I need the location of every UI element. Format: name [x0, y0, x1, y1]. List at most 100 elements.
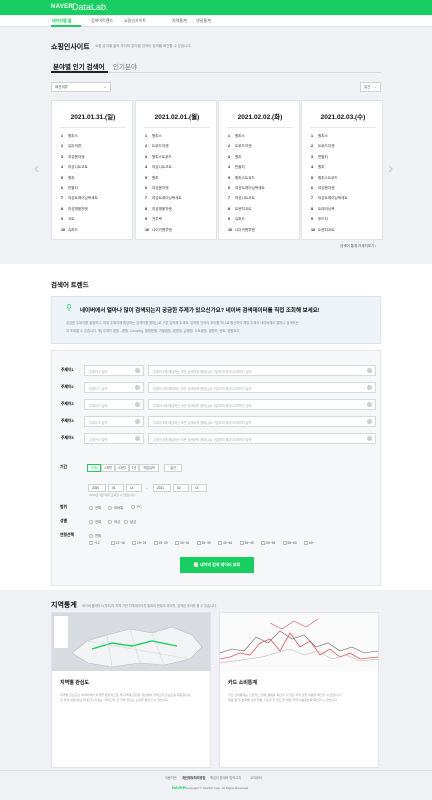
- keyword-item[interactable]: 10 나이키맨투맨: [145, 228, 211, 238]
- keyword-item[interactable]: 6 여성봄자켓: [311, 186, 377, 196]
- keyword-item[interactable]: 9 슈퍼드: [228, 217, 294, 227]
- keyword-item[interactable]: 1 원피스: [311, 134, 377, 144]
- subject-keywords-input[interactable]: 주제어 4에 해당하는 모든 검색어를 콤마(,)로 구분하여 최대 20개까지…: [148, 416, 376, 427]
- period-1year-button[interactable]: 1년: [129, 464, 139, 472]
- clear-icon[interactable]: ×: [367, 436, 372, 441]
- age-checkbox[interactable]: 19~24: [132, 541, 146, 545]
- subject-keywords-input[interactable]: 주제어 2에 해당하는 모든 검색어를 콤마(,)로 구분하여 최대 20개까지…: [148, 382, 376, 393]
- keyword-item[interactable]: 8 여성명품자켓: [145, 207, 211, 217]
- subject-name-input[interactable]: 주제어 3 입력 ×: [84, 399, 144, 410]
- nav-home[interactable]: 데이터랩 홈: [52, 18, 72, 24]
- keyword-item[interactable]: 8 트렌치코트: [228, 207, 294, 217]
- period-1month-button[interactable]: 1개월: [101, 464, 115, 472]
- gender-male-checkbox[interactable]: 남성: [124, 519, 136, 524]
- clear-icon[interactable]: ×: [367, 419, 372, 424]
- range-pc-checkbox[interactable]: PC: [131, 505, 142, 509]
- keyword-item[interactable]: 2 트위드자켓: [228, 144, 294, 154]
- range-mobile-checkbox[interactable]: 모바일: [108, 505, 123, 510]
- keyword-item[interactable]: 7 여성트레이닝복세트: [61, 196, 127, 206]
- keyword-item[interactable]: 6 여성트레이닝복세트: [228, 186, 294, 196]
- footer-naver-logo[interactable]: NAVER: [172, 785, 186, 790]
- keyword-item[interactable]: 7 여성트레이닝복세트: [145, 196, 211, 206]
- nav-shopping-insight[interactable]: 쇼핑인사이트: [124, 18, 146, 24]
- tab-popular-category[interactable]: 인기분야: [113, 61, 137, 71]
- clear-icon[interactable]: ×: [367, 368, 372, 373]
- keyword-item[interactable]: 7 여성니트코트: [228, 196, 294, 206]
- subject-name-input[interactable]: 주제어 5 입력 ×: [84, 433, 144, 444]
- footer-link-terms[interactable]: 이용약관: [165, 775, 177, 780]
- subject-name-input[interactable]: 주제어 1 입력 ×: [84, 365, 144, 376]
- period-3month-button[interactable]: 3개월: [115, 464, 129, 472]
- keyword-item[interactable]: 2 트위드자켓: [145, 144, 211, 154]
- end-day-select[interactable]: 14: [191, 484, 207, 492]
- datalab-logo[interactable]: DataLab.: [72, 2, 109, 12]
- clear-icon[interactable]: ×: [135, 419, 140, 424]
- footer-link-help[interactable]: 고객센터: [250, 775, 262, 780]
- range-all-checkbox[interactable]: 전체: [89, 505, 101, 510]
- keyword-item[interactable]: 8 여성명품자켓: [61, 207, 127, 217]
- keyword-item[interactable]: 3 원피: [228, 155, 294, 165]
- keyword-item[interactable]: 3 여성봄자켓: [61, 155, 127, 165]
- subject-name-input[interactable]: 주제어 4 입력 ×: [84, 416, 144, 427]
- keyword-item[interactable]: 5 원피: [61, 176, 127, 186]
- keyword-item[interactable]: 6 반팔티: [61, 186, 127, 196]
- nav-comment-stats[interactable]: 댓글통계: [196, 18, 211, 24]
- prev-arrow-icon[interactable]: ‹: [34, 160, 39, 178]
- period-unit-select[interactable]: 일간: [164, 464, 182, 472]
- nav-search-trend[interactable]: 검색어트렌드: [91, 18, 113, 24]
- keyword-item[interactable]: 1 원피스: [228, 134, 294, 144]
- keyword-item[interactable]: 9 전투복: [145, 217, 211, 227]
- keyword-item[interactable]: 4 원피: [311, 165, 377, 175]
- age-checkbox[interactable]: 25~29: [153, 541, 168, 545]
- next-arrow-icon[interactable]: ›: [388, 160, 393, 178]
- end-year-select[interactable]: 2021: [153, 484, 171, 492]
- subject-keywords-input[interactable]: 주제어 3에 해당하는 모든 검색어를 콤마(,)로 구분하여 최대 20개까지…: [148, 399, 376, 410]
- keyword-item[interactable]: 7 여성트레이닝복세트: [311, 196, 377, 206]
- start-year-select[interactable]: 2020: [88, 484, 106, 492]
- keyword-item[interactable]: 3 원피스트위드: [145, 155, 211, 165]
- region-interest-card[interactable]: 지역별 관심도 지역별 관심도는 네이버에서 지역을 명칭적으로 세 지역에 관…: [51, 612, 211, 768]
- keyword-item[interactable]: 4 여성니트코트: [61, 165, 127, 175]
- age-checkbox[interactable]: ~12: [89, 541, 100, 545]
- search-data-button[interactable]: 📈 네이버 검색 데이터 조회: [180, 557, 254, 573]
- keyword-item[interactable]: 8 트레이닝복: [311, 207, 377, 217]
- end-month-select[interactable]: 02: [173, 484, 189, 492]
- keyword-item[interactable]: 4 반팔티: [228, 165, 294, 175]
- tab-category-keywords[interactable]: 분야별 인기 검색어: [53, 61, 104, 71]
- keyword-item[interactable]: 1 원피스: [61, 134, 127, 144]
- keyword-item[interactable]: 10 트렌치코트: [311, 228, 377, 238]
- keyword-item[interactable]: 6 여성봄자켓: [145, 186, 211, 196]
- age-checkbox[interactable]: 55~60: [282, 541, 297, 545]
- clear-icon[interactable]: ×: [367, 385, 372, 390]
- keyword-item[interactable]: 10 슈퍼드: [61, 228, 127, 238]
- more-link[interactable]: 검색어 통계 자세히보기 ›: [340, 244, 376, 249]
- keyword-item[interactable]: 5 원피: [145, 176, 211, 186]
- keyword-item[interactable]: 5 원피스트위드: [228, 176, 294, 186]
- gender-female-checkbox[interactable]: 여성: [108, 519, 120, 524]
- nav-region-stats[interactable]: 지역통계: [172, 18, 187, 24]
- keyword-item[interactable]: 2 유아의류: [61, 144, 127, 154]
- keyword-item[interactable]: 9 후드티: [311, 217, 377, 227]
- age-checkbox[interactable]: 50~54: [261, 541, 275, 545]
- keyword-item[interactable]: 9 코트: [61, 217, 127, 227]
- footer-link-privacy[interactable]: 개인정보처리방침: [182, 775, 205, 780]
- period-all-button[interactable]: 전체: [87, 464, 101, 472]
- clear-icon[interactable]: ×: [135, 368, 140, 373]
- subject-keywords-input[interactable]: 주제어 5에 해당하는 모든 검색어를 콤마(,)로 구분하여 최대 20개까지…: [148, 433, 376, 444]
- footer-link-disclaimer[interactable]: 책임의 한계와 법적고지: [210, 775, 241, 780]
- naver-logo[interactable]: NAVER: [51, 4, 73, 10]
- keyword-item[interactable]: 5 원피스트위드: [311, 176, 377, 186]
- clear-icon[interactable]: ×: [135, 402, 140, 407]
- clear-icon[interactable]: ×: [135, 436, 140, 441]
- keyword-item[interactable]: 4 여성니트코트: [145, 165, 211, 175]
- gender-all-checkbox[interactable]: 전체: [89, 519, 101, 524]
- age-checkbox[interactable]: 45~49: [239, 541, 254, 545]
- age-all-checkbox[interactable]: 전체: [89, 533, 101, 538]
- age-checkbox[interactable]: 35~39: [196, 541, 211, 545]
- age-checkbox[interactable]: 13~18: [110, 541, 125, 545]
- keyword-item[interactable]: 3 반팔티: [311, 155, 377, 165]
- age-checkbox[interactable]: 60~: [304, 541, 315, 545]
- subject-keywords-input[interactable]: 주제어 1에 해당하는 모든 검색어를 콤마(,)로 구분하여 최대 20개까지…: [148, 365, 376, 376]
- age-checkbox[interactable]: 30~34: [175, 541, 189, 545]
- subject-name-input[interactable]: 주제어 2 입력 ×: [84, 382, 144, 393]
